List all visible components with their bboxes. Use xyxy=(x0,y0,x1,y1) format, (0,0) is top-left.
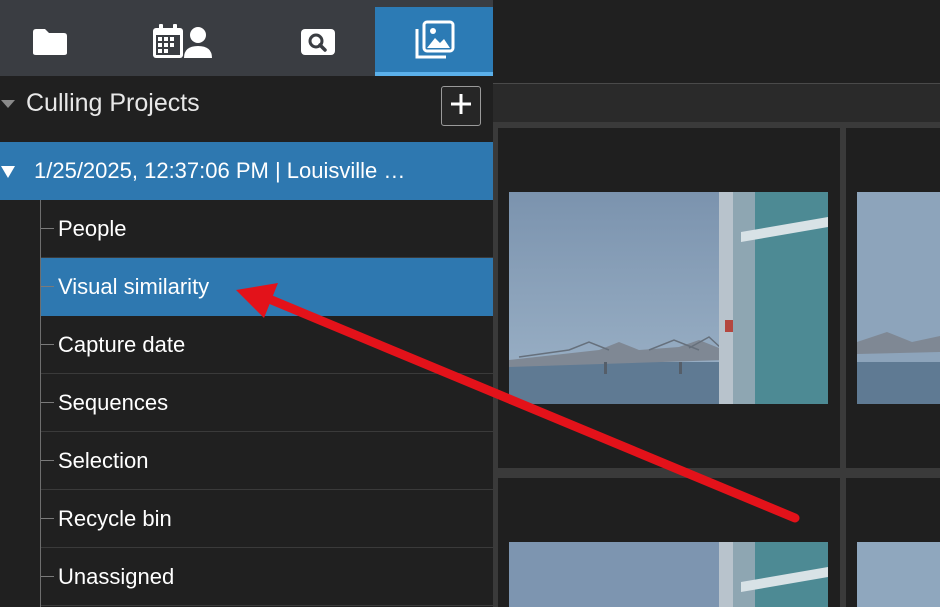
project-label: 1/25/2025, 12:37:06 PM | Louisville … xyxy=(34,158,406,183)
tree-item-unassigned[interactable]: Unassigned xyxy=(41,548,493,606)
photo-thumbnail[interactable] xyxy=(857,192,940,404)
photo-thumbnail[interactable] xyxy=(509,192,828,404)
tree-item-sequences[interactable]: Sequences xyxy=(41,374,493,432)
tree-item-visual-similarity[interactable]: Visual similarity xyxy=(41,258,493,316)
tree-item-label: Selection xyxy=(58,448,149,473)
top-bar xyxy=(493,0,940,83)
photo-thumbnail[interactable] xyxy=(509,542,828,607)
photo-stack-icon xyxy=(413,20,455,60)
photo-thumbnail[interactable] xyxy=(857,542,940,607)
section-title: Culling Projects xyxy=(26,89,200,117)
tree-item-recycle-bin[interactable]: Recycle bin xyxy=(41,490,493,548)
photo-cell[interactable] xyxy=(498,128,840,468)
tree-item-label: Recycle bin xyxy=(58,506,172,531)
tree-item-label: Sequences xyxy=(58,390,169,415)
tab-people-calendar[interactable] xyxy=(128,7,238,76)
icon-tab-bar xyxy=(0,0,493,76)
tree-item-label: Unassigned xyxy=(58,564,175,589)
add-project-button[interactable] xyxy=(441,86,481,126)
tab-folders[interactable] xyxy=(0,7,100,76)
tab-culling[interactable] xyxy=(375,7,493,76)
tree-item-capture-date[interactable]: Capture date xyxy=(41,316,493,374)
tree-item-label: Capture date xyxy=(58,332,186,357)
tree-item-label: People xyxy=(58,216,127,241)
tree-item-selection[interactable]: Selection xyxy=(41,432,493,490)
tab-search[interactable] xyxy=(270,7,365,76)
search-icon xyxy=(300,28,336,56)
plus-icon xyxy=(450,93,472,120)
left-panel: Culling Projects 1/25/2025, 12:37:06 PM … xyxy=(0,0,493,607)
section-collapse-caret-icon[interactable] xyxy=(0,97,16,115)
calendar-person-icon xyxy=(151,23,215,61)
folder-icon xyxy=(32,28,68,56)
photo-grid xyxy=(493,122,940,607)
tree-item-label: Visual similarity xyxy=(58,274,210,299)
project-expand-caret-icon[interactable] xyxy=(0,165,16,184)
gallery-toolbar xyxy=(493,84,940,122)
photo-cell[interactable] xyxy=(498,478,840,607)
photo-cell[interactable] xyxy=(846,478,940,607)
photo-cell[interactable] xyxy=(846,128,940,468)
tree-item-people[interactable]: People xyxy=(41,200,493,258)
